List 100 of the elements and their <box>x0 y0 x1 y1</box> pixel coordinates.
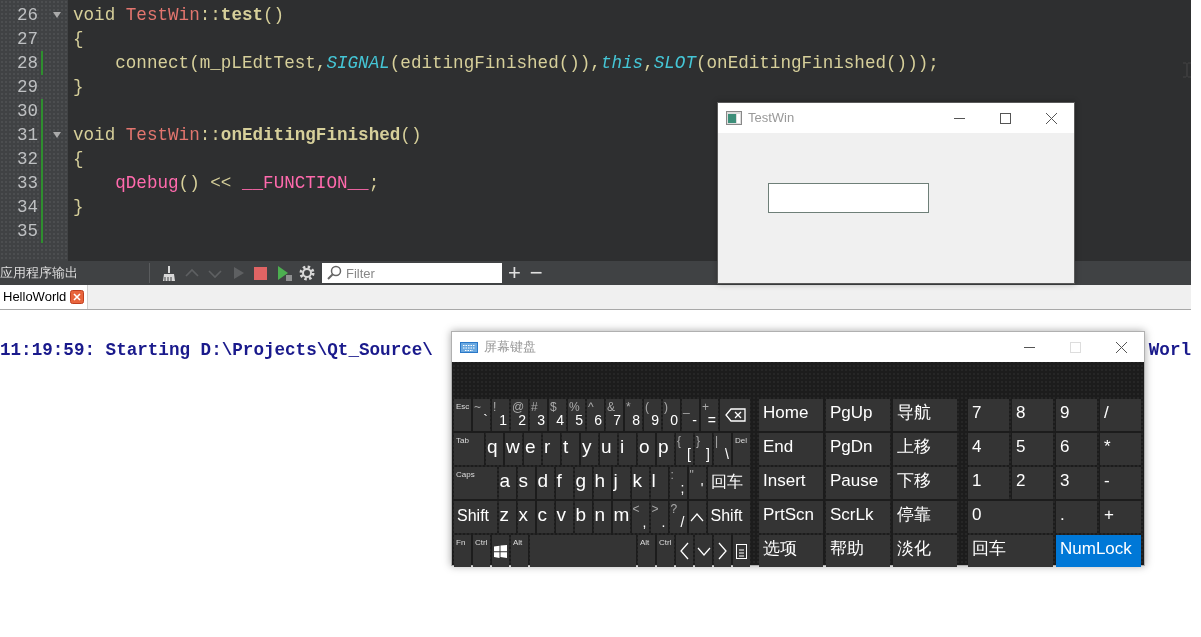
keyboard-key[interactable]: l <box>650 467 668 499</box>
settings-button[interactable] <box>297 263 317 283</box>
keyboard-key[interactable]: ~ ` <box>473 399 490 431</box>
keyboard-key[interactable]: ^ 6 <box>587 399 604 431</box>
keyboard-key[interactable]: 回车 <box>707 467 750 499</box>
keyboard-key[interactable]: Fn <box>454 535 471 567</box>
keyboard-key[interactable]: Del <box>733 433 750 465</box>
keyboard-key[interactable]: 1 <box>968 467 1009 499</box>
keyboard-key[interactable]: { [ <box>676 433 693 465</box>
keyboard-key[interactable]: 6 <box>1056 433 1097 465</box>
keyboard-key[interactable]: 2 <box>1012 467 1053 499</box>
keyboard-key[interactable]: d <box>536 467 554 499</box>
keyboard-key[interactable]: e <box>524 433 541 465</box>
keyboard-key[interactable]: 9 <box>1056 399 1097 431</box>
keyboard-key[interactable]: a <box>498 467 516 499</box>
keyboard-key[interactable]: Shift <box>707 501 750 533</box>
keyboard-key[interactable]: Ctrl <box>657 535 674 567</box>
keyboard-key[interactable]: 7 <box>968 399 1009 431</box>
keyboard-key[interactable]: Alt <box>638 535 655 567</box>
close-icon[interactable] <box>70 290 85 304</box>
keyboard-key[interactable]: 下移 <box>893 467 957 499</box>
keyboard-key[interactable]: p <box>657 433 674 465</box>
keyboard-key[interactable]: r <box>543 433 560 465</box>
keyboard-key[interactable]: Alt <box>511 535 528 567</box>
keyboard-key[interactable]: n <box>593 501 611 533</box>
keyboard-key[interactable]: f <box>555 467 573 499</box>
keyboard-key[interactable]: ScrLk <box>826 501 890 533</box>
keyboard-key[interactable]: | \ <box>714 433 731 465</box>
keyboard-key[interactable]: v <box>555 501 573 533</box>
keyboard-key[interactable]: h <box>593 467 611 499</box>
keyboard-key[interactable] <box>492 535 509 567</box>
keyboard-key[interactable]: > . <box>650 501 668 533</box>
keyboard-key[interactable]: Esc <box>454 399 471 431</box>
keyboard-key[interactable]: . <box>1056 501 1097 533</box>
keyboard-key[interactable]: PrtScn <box>759 501 823 533</box>
keyboard-key[interactable]: c <box>536 501 554 533</box>
keyboard-key[interactable]: / <box>1100 399 1141 431</box>
keyboard-key[interactable]: PgUp <box>826 399 890 431</box>
zoom-in-button[interactable]: + <box>505 263 524 283</box>
keyboard-key[interactable]: " ' <box>688 467 706 499</box>
keyboard-key[interactable]: ( 9 <box>644 399 661 431</box>
filter-field[interactable]: Filter <box>322 263 502 283</box>
keyboard-key[interactable]: x <box>517 501 535 533</box>
keyboard-key[interactable]: < , <box>631 501 649 533</box>
keyboard-key[interactable]: 导航 <box>893 399 957 431</box>
keyboard-key[interactable]: + <box>1100 501 1141 533</box>
keyboard-key[interactable]: Shift <box>454 501 497 533</box>
keyboard-key[interactable]: 4 <box>968 433 1009 465</box>
keyboard-key[interactable]: q <box>486 433 503 465</box>
keyboard-key[interactable]: 回车 <box>968 535 1053 567</box>
keyboard-key[interactable]: Tab <box>454 433 484 465</box>
keyboard-key[interactable]: z <box>498 501 516 533</box>
keyboard-key[interactable]: j <box>612 467 630 499</box>
keyboard-key[interactable]: 5 <box>1012 433 1053 465</box>
keyboard-key[interactable]: % 5 <box>568 399 585 431</box>
keyboard-key[interactable]: Pause <box>826 467 890 499</box>
keyboard-key[interactable]: PgDn <box>826 433 890 465</box>
keyboard-key[interactable]: o <box>638 433 655 465</box>
keyboard-key[interactable]: 停靠 <box>893 501 957 533</box>
keyboard-key[interactable]: ) 0 <box>663 399 680 431</box>
keyboard-key[interactable]: * <box>1100 433 1141 465</box>
keyboard-key[interactable]: + = <box>701 399 718 431</box>
keyboard-key[interactable]: # 3 <box>530 399 547 431</box>
keyboard-key[interactable]: @ 2 <box>511 399 528 431</box>
keyboard-key[interactable]: ! 1 <box>492 399 509 431</box>
keyboard-key[interactable]: t <box>562 433 579 465</box>
keyboard-key[interactable]: u <box>600 433 617 465</box>
keyboard-key[interactable]: * 8 <box>625 399 642 431</box>
keyboard-key[interactable]: 0 <box>968 501 1053 533</box>
keyboard-key[interactable] <box>720 399 750 431</box>
keyboard-key[interactable]: 上移 <box>893 433 957 465</box>
keyboard-key[interactable]: Home <box>759 399 823 431</box>
keyboard-key[interactable]: 8 <box>1012 399 1053 431</box>
keyboard-key[interactable]: } ] <box>695 433 712 465</box>
keyboard-key[interactable]: Ctrl <box>473 535 490 567</box>
keyboard-key[interactable]: End <box>759 433 823 465</box>
keyboard-key[interactable]: y <box>581 433 598 465</box>
keyboard-key[interactable]: i <box>619 433 636 465</box>
keyboard-key[interactable]: 帮助 <box>826 535 890 567</box>
keyboard-key[interactable]: 选项 <box>759 535 823 567</box>
keyboard-key[interactable]: & 7 <box>606 399 623 431</box>
keyboard-key[interactable]: m <box>612 501 630 533</box>
keyboard-key[interactable]: $ 4 <box>549 399 566 431</box>
keyboard-key[interactable] <box>733 535 750 567</box>
keyboard-key[interactable]: w <box>505 433 522 465</box>
keyboard-key[interactable]: NumLock <box>1056 535 1141 567</box>
keyboard-key[interactable]: ? / <box>669 501 687 533</box>
keyboard-key[interactable]: - <box>1100 467 1141 499</box>
fold-arrow-icon[interactable] <box>52 11 62 19</box>
zoom-out-button[interactable]: − <box>526 263 546 283</box>
keyboard-key[interactable]: 3 <box>1056 467 1097 499</box>
fold-arrow-icon[interactable] <box>52 131 62 139</box>
keyboard-key[interactable]: Insert <box>759 467 823 499</box>
keyboard-key[interactable]: b <box>574 501 592 533</box>
keyboard-key[interactable]: Caps <box>454 467 497 499</box>
input-field[interactable] <box>768 183 929 213</box>
keyboard-key[interactable] <box>688 501 706 533</box>
keyboard-key[interactable] <box>676 535 693 567</box>
keyboard-key[interactable]: s <box>517 467 535 499</box>
keyboard-key[interactable]: 淡化 <box>893 535 957 567</box>
